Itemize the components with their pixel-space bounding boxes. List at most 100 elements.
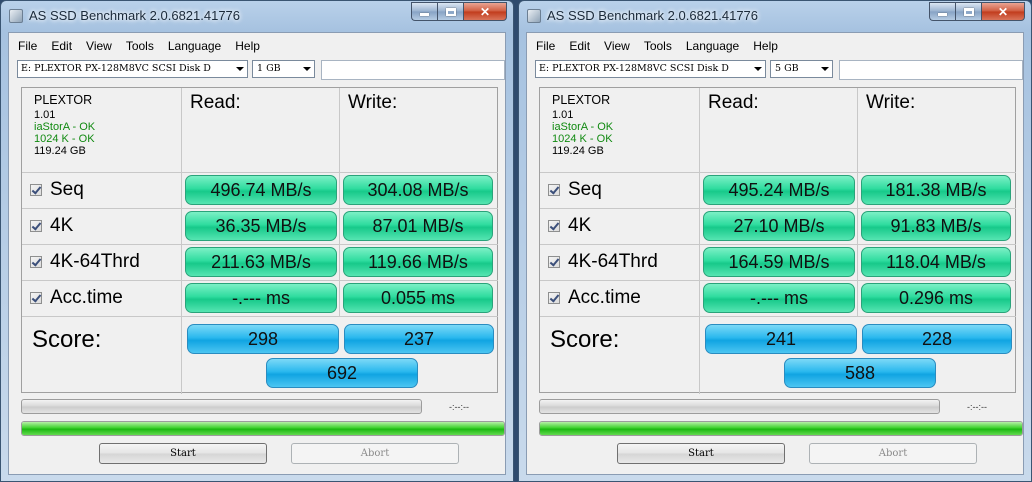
menu-language[interactable]: Language [679, 37, 746, 55]
alignment-status: 1024 K - OK [552, 133, 613, 145]
total-score: 692 [266, 358, 418, 388]
test-row-toggle[interactable]: 4K [548, 215, 591, 237]
write-result: 119.66 MB/s [343, 247, 493, 277]
drive-info-cell: PLEXTOR 1.01 iaStorA - OK 1024 K - OK 11… [22, 88, 182, 173]
read-result-cell: -.--- ms [182, 281, 340, 317]
title-bar[interactable]: AS SSD Benchmark 2.0.6821.41776 ✕ [1, 1, 513, 31]
maximize-button[interactable] [955, 2, 981, 21]
read-result-cell: 496.74 MB/s [182, 173, 340, 209]
menu-help[interactable]: Help [746, 37, 785, 55]
test-row-label: Acc.time [50, 287, 123, 308]
test-row-label: Seq [568, 179, 602, 200]
menu-file[interactable]: File [9, 37, 44, 55]
total-progress-fill [540, 422, 1022, 435]
menu-view[interactable]: View [597, 37, 637, 55]
checkbox-checked-icon[interactable] [548, 220, 560, 232]
title-bar[interactable]: AS SSD Benchmark 2.0.6821.41776 ✕ [519, 1, 1031, 31]
menu-bar: File Edit View Tools Language Help [9, 37, 267, 55]
window-title: AS SSD Benchmark 2.0.6821.41776 [29, 8, 241, 23]
read-score: 298 [187, 324, 339, 354]
read-header-cell: Read: [182, 88, 340, 173]
write-score: 228 [862, 324, 1012, 354]
alignment-status: 1024 K - OK [34, 133, 95, 145]
menu-tools[interactable]: Tools [119, 37, 161, 55]
minimize-button[interactable] [929, 2, 955, 21]
menu-view[interactable]: View [79, 37, 119, 55]
menu-edit[interactable]: Edit [44, 37, 79, 55]
read-result: 36.35 MB/s [185, 211, 337, 241]
status-field [321, 60, 505, 80]
checkbox-checked-icon[interactable] [548, 184, 560, 196]
test-row-label-cell: Acc.time [22, 281, 182, 317]
checkbox-checked-icon[interactable] [548, 292, 560, 304]
write-result: 181.38 MB/s [861, 175, 1011, 205]
drive-info: PLEXTOR 1.01 iaStorA - OK 1024 K - OK 11… [552, 94, 613, 157]
read-result-cell: 36.35 MB/s [182, 209, 340, 245]
checkbox-checked-icon[interactable] [30, 292, 42, 304]
test-row-toggle[interactable]: Seq [30, 179, 84, 201]
start-button[interactable]: Start [617, 443, 785, 464]
client-area: File Edit View Tools Language Help E: PL… [526, 32, 1024, 475]
score-cell: 298 237 692 [182, 317, 498, 394]
test-size-value: 5 GB [775, 63, 799, 74]
minimize-button[interactable] [411, 2, 437, 21]
write-result: 0.296 ms [861, 283, 1011, 313]
chevron-down-icon [236, 67, 244, 71]
checkbox-checked-icon[interactable] [548, 256, 560, 268]
menu-file[interactable]: File [527, 37, 562, 55]
benchmark-window: AS SSD Benchmark 2.0.6821.41776 ✕ File E… [0, 0, 514, 482]
drive-select[interactable]: E: PLEXTOR PX-128M8VC SCSI Disk D [535, 60, 766, 78]
checkbox-checked-icon[interactable] [30, 220, 42, 232]
write-header-cell: Write: [858, 88, 1016, 173]
score-label-cell: Score: [22, 317, 182, 394]
abort-button[interactable]: Abort [291, 443, 459, 464]
score-label: Score: [32, 326, 102, 353]
write-result-cell: 0.296 ms [858, 281, 1016, 317]
menu-tools[interactable]: Tools [637, 37, 679, 55]
read-result: -.--- ms [703, 283, 855, 313]
drive-firmware: 1.01 [34, 109, 56, 121]
maximize-icon [445, 7, 456, 16]
total-progress-fill [22, 422, 504, 435]
read-result: 496.74 MB/s [185, 175, 337, 205]
test-size-select[interactable]: 1 GB [252, 60, 315, 78]
test-row-toggle[interactable]: Seq [548, 179, 602, 201]
app-icon [9, 9, 23, 23]
test-row-toggle[interactable]: 4K [30, 215, 73, 237]
read-result: 27.10 MB/s [703, 211, 855, 241]
test-progress-bar [539, 399, 940, 414]
test-row-toggle[interactable]: Acc.time [548, 287, 641, 309]
test-row-toggle[interactable]: Acc.time [30, 287, 123, 309]
read-result-cell: -.--- ms [700, 281, 858, 317]
checkbox-checked-icon[interactable] [30, 184, 42, 196]
write-result-cell: 0.055 ms [340, 281, 498, 317]
close-button[interactable]: ✕ [981, 2, 1025, 21]
write-header-cell: Write: [340, 88, 498, 173]
start-button[interactable]: Start [99, 443, 267, 464]
driver-status: iaStorA - OK [552, 121, 614, 133]
menu-help[interactable]: Help [228, 37, 267, 55]
read-header: Read: [708, 92, 759, 113]
drive-select-value: E: PLEXTOR PX-128M8VC SCSI Disk D [21, 63, 211, 74]
total-score: 588 [784, 358, 936, 388]
read-score: 241 [705, 324, 857, 354]
checkbox-checked-icon[interactable] [30, 256, 42, 268]
minimize-icon [938, 13, 947, 16]
total-progress-bar [539, 421, 1023, 436]
test-row-label: 4K [50, 215, 74, 236]
write-result-cell: 181.38 MB/s [858, 173, 1016, 209]
maximize-icon [963, 7, 974, 16]
drive-select[interactable]: E: PLEXTOR PX-128M8VC SCSI Disk D [17, 60, 248, 78]
menu-language[interactable]: Language [161, 37, 228, 55]
test-row-toggle[interactable]: 4K-64Thrd [30, 251, 140, 273]
close-button[interactable]: ✕ [463, 2, 507, 21]
drive-info-cell: PLEXTOR 1.01 iaStorA - OK 1024 K - OK 11… [540, 88, 700, 173]
window-controls: ✕ [411, 2, 507, 21]
test-size-select[interactable]: 5 GB [770, 60, 833, 78]
abort-button[interactable]: Abort [809, 443, 977, 464]
test-row-label: 4K [568, 215, 592, 236]
maximize-button[interactable] [437, 2, 463, 21]
menu-edit[interactable]: Edit [562, 37, 597, 55]
test-row-toggle[interactable]: 4K-64Thrd [548, 251, 658, 273]
write-result: 87.01 MB/s [343, 211, 493, 241]
